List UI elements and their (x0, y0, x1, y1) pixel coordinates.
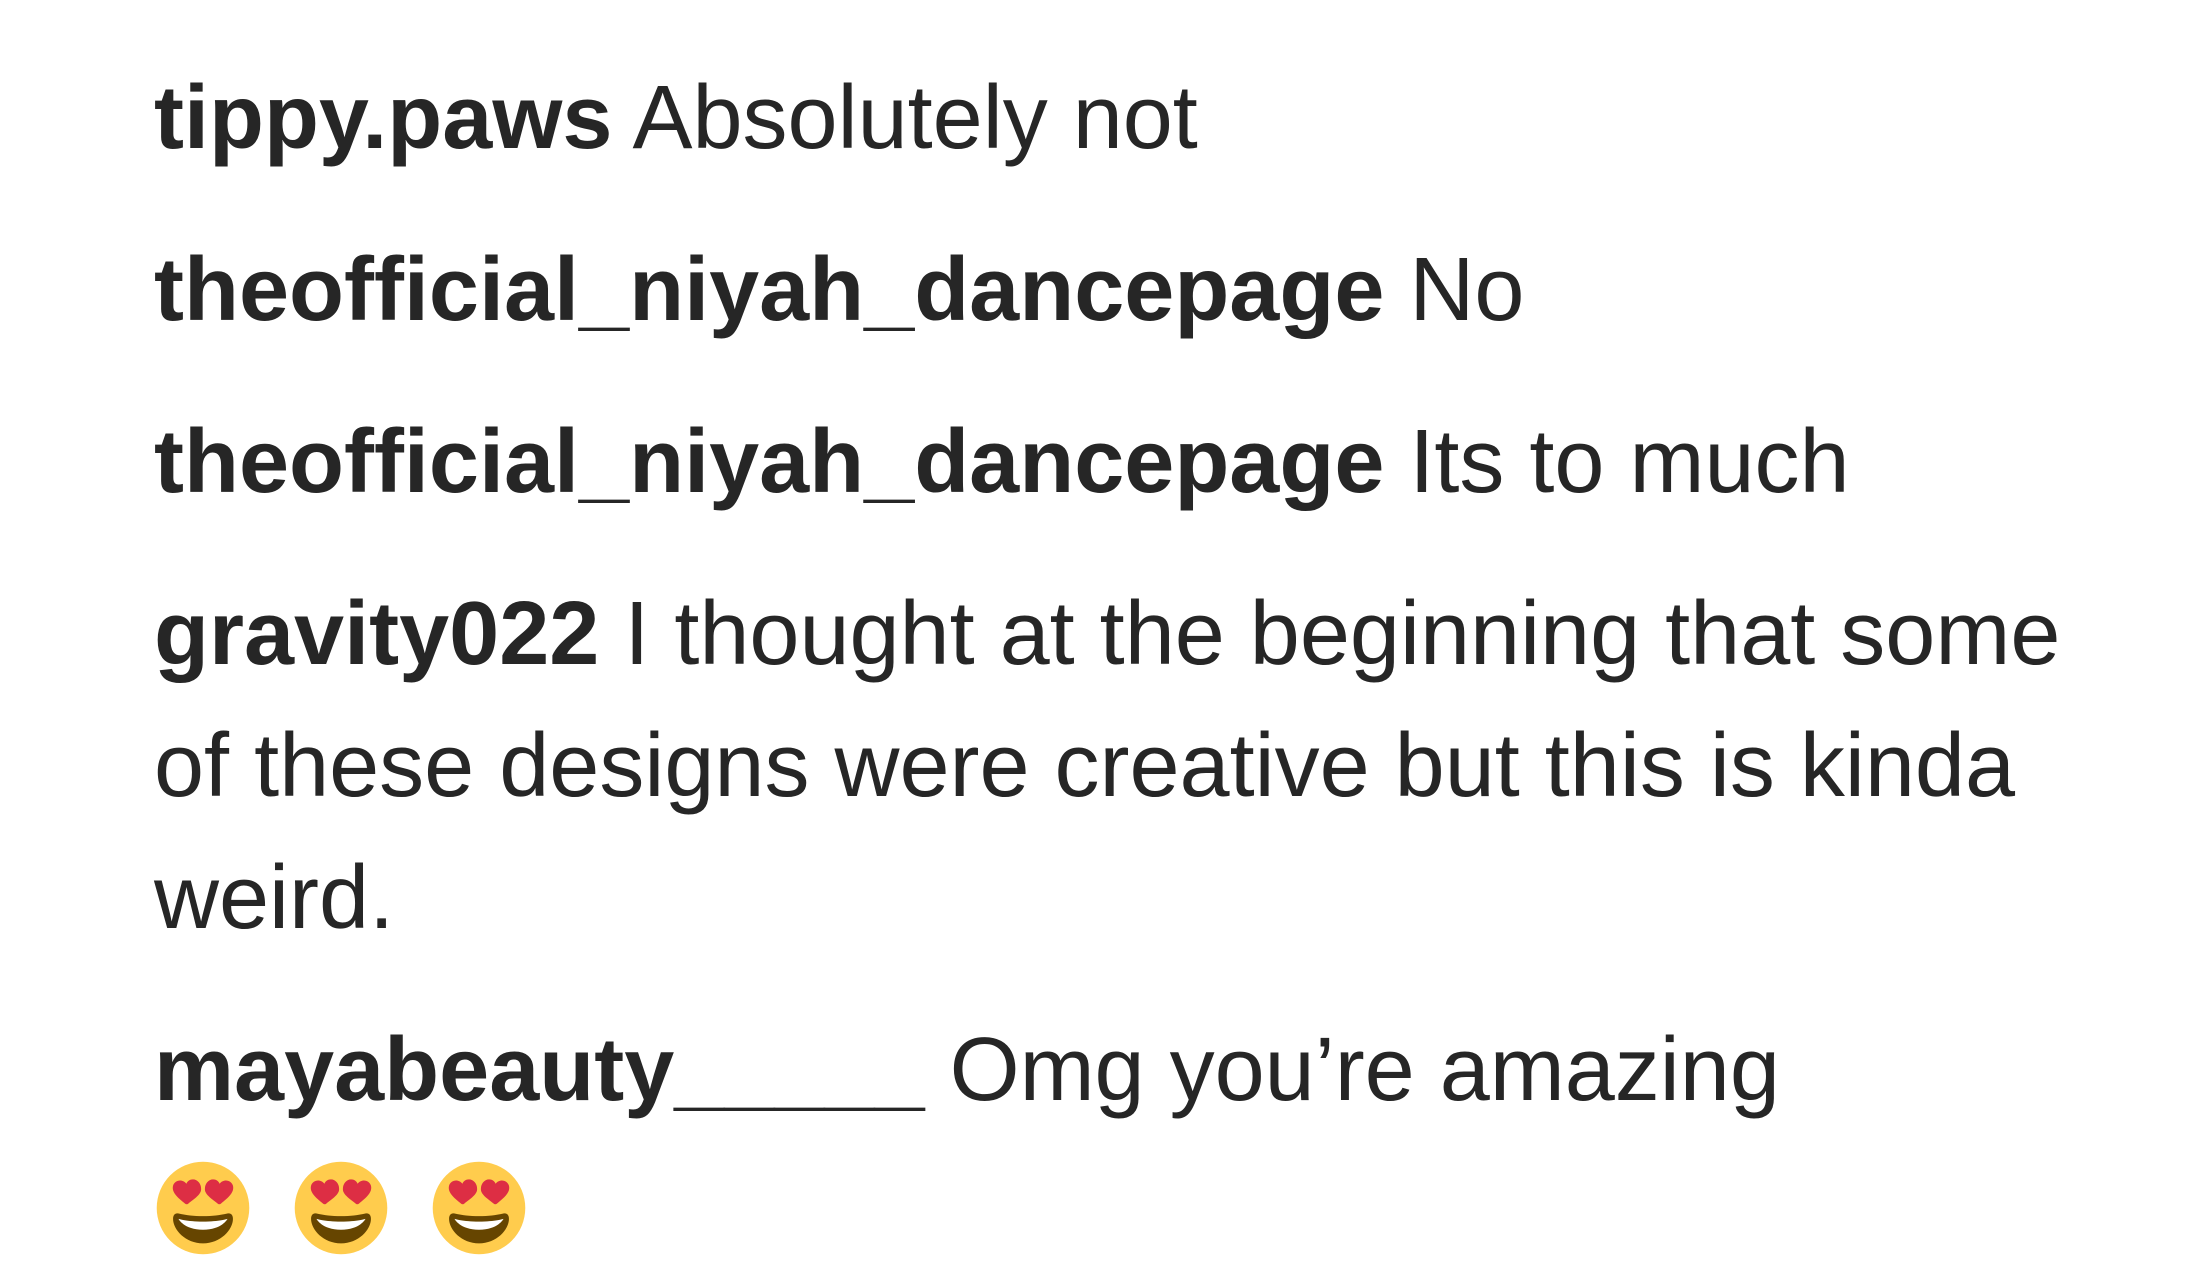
heart-eyes-emoji-icon (292, 1159, 390, 1257)
comment-username[interactable]: tippy.paws (154, 68, 612, 168)
comment-item: gravity022 I thought at the beginning th… (154, 568, 2104, 964)
comment-text: No (1409, 240, 1525, 340)
comment-item: mayabeauty_____ Omg you’re amazing (154, 1004, 2114, 1268)
comment-item: theofficial_niyah_dancepage Its to much (154, 396, 2114, 528)
heart-eyes-emoji-icon (154, 1159, 252, 1257)
comments-list: tippy.paws Absolutely not theofficial_ni… (0, 0, 2200, 1279)
comment-text: Its to much (1409, 412, 1850, 512)
comment-username[interactable]: mayabeauty_____ (154, 1020, 925, 1120)
comment-text: Absolutely not (632, 68, 1198, 168)
comment-item: tippy.paws Absolutely not (154, 52, 2114, 184)
comment-item: theofficial_niyah_dancepage No (154, 224, 2114, 356)
emoji-row (154, 1136, 2114, 1268)
comment-text: Omg you’re amazing (949, 1020, 1780, 1120)
comment-username[interactable]: theofficial_niyah_dancepage (154, 412, 1384, 512)
comment-username[interactable]: theofficial_niyah_dancepage (154, 240, 1384, 340)
heart-eyes-emoji-icon (430, 1159, 528, 1257)
comment-username[interactable]: gravity022 (154, 584, 599, 684)
